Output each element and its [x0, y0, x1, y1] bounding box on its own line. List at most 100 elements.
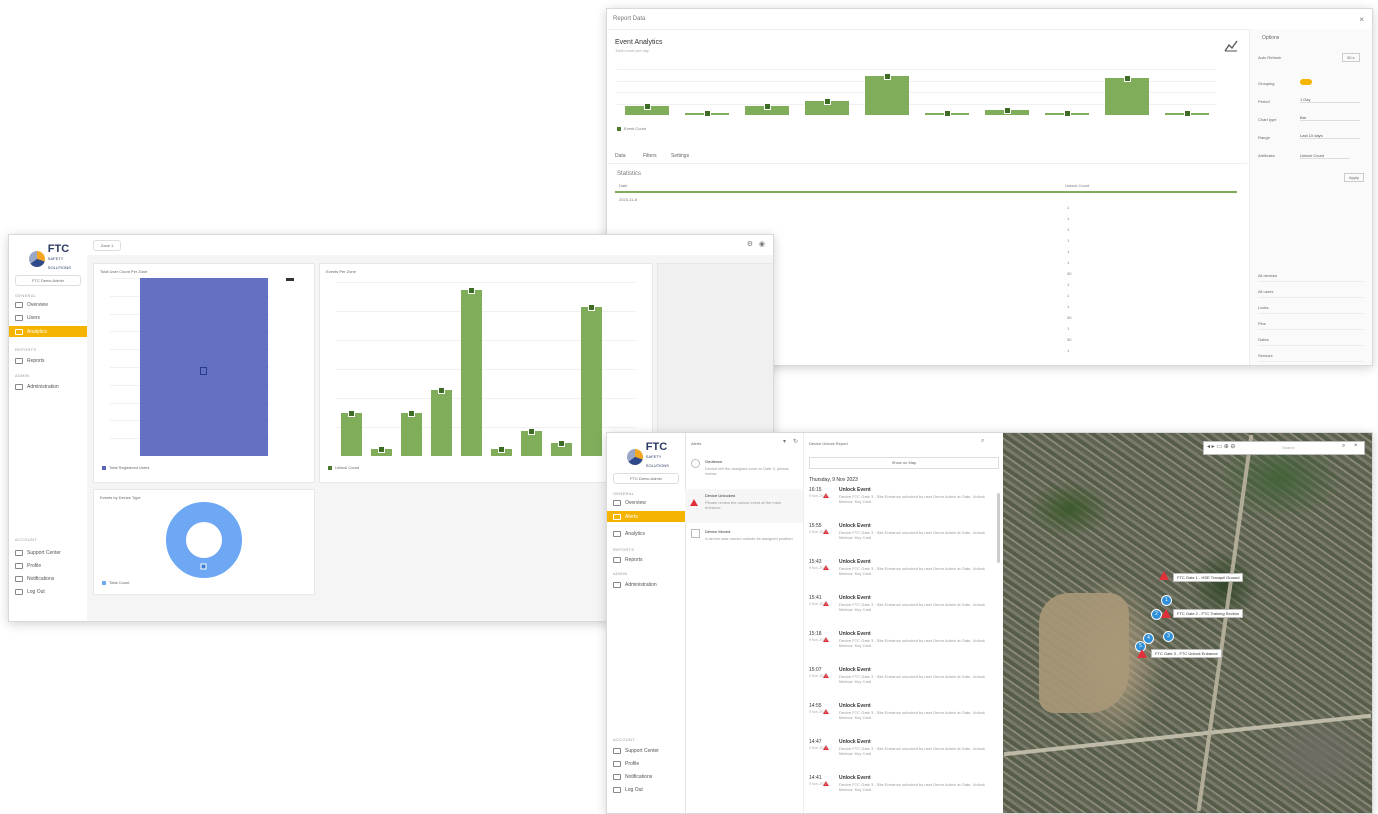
- map-alert-marker[interactable]: [1137, 649, 1147, 658]
- alert-item-geofence[interactable]: Geofence Device left the assigned zone a…: [685, 455, 803, 487]
- events-bar[interactable]: [340, 412, 362, 456]
- nav-support-2[interactable]: Support Center: [607, 745, 685, 756]
- auto-refresh-label: Auto Refresh: [1258, 55, 1282, 60]
- map-search-input[interactable]: Search: [1282, 445, 1295, 450]
- report-window-title: Report Data: [613, 16, 646, 22]
- apply-button[interactable]: Apply: [1344, 173, 1365, 182]
- event-time: 15:41: [809, 595, 822, 601]
- show-on-map-button[interactable]: Show on Map: [809, 457, 999, 469]
- nav-logout-2[interactable]: Log Out: [607, 784, 685, 795]
- refresh-icon[interactable]: ↻: [793, 438, 798, 445]
- device-list-item[interactable]: Sensors: [1258, 353, 1364, 362]
- alert-item-unlocked[interactable]: Device Unlocked Please review the unlock…: [685, 489, 803, 523]
- alerts-list-column: Alerts ▾ ↻ Geofence Device left the assi…: [685, 433, 804, 813]
- event-row[interactable]: 15:41 9 Nov 2023 Unlock Event Device FTC Ga…: [803, 595, 999, 629]
- events-bar[interactable]: [460, 290, 482, 456]
- donut-marker: [200, 563, 207, 570]
- events-bar[interactable]: [580, 306, 602, 456]
- nav-reports-2[interactable]: Reports: [607, 554, 685, 565]
- nav-analytics-2[interactable]: Analytics: [607, 528, 685, 539]
- event-row[interactable]: 15:07 9 Nov 2023 Unlock Event Device FTC Ga…: [803, 667, 999, 701]
- nav-overview-2[interactable]: Overview: [607, 497, 685, 508]
- map-tools-icon[interactable]: ◂ ▸ ▭ ⊕ ⊖: [1207, 443, 1235, 450]
- chart-type-select[interactable]: Bar: [1300, 115, 1360, 121]
- search-icon[interactable]: ⌕: [981, 438, 984, 445]
- range-select[interactable]: Last 10 days: [1300, 133, 1360, 139]
- section-reports-2: REPORTS: [613, 547, 635, 552]
- map-close-icon[interactable]: ×: [1354, 443, 1358, 449]
- attributes-label: Attributes: [1258, 153, 1275, 158]
- panel1-toggle-icon[interactable]: [286, 278, 294, 281]
- nav-profile[interactable]: Profile: [9, 560, 87, 571]
- event-row[interactable]: 15:18 9 Nov 2023 Unlock Event Device FTC Ga…: [803, 631, 999, 665]
- user-chip[interactable]: FTC Demo Admin: [15, 275, 81, 286]
- tab-settings[interactable]: Settings: [671, 153, 689, 159]
- nav-support[interactable]: Support Center: [9, 547, 87, 558]
- zone-chip[interactable]: Zone 1: [93, 240, 121, 251]
- section-account: ACCOUNT: [15, 537, 37, 542]
- map-pin[interactable]: 3: [1163, 631, 1174, 642]
- nav-administration-2[interactable]: Administration: [607, 579, 685, 590]
- map-alert-marker[interactable]: [1161, 609, 1171, 618]
- tab-filters[interactable]: Filters: [643, 153, 657, 159]
- events-bar[interactable]: [400, 412, 422, 456]
- map-label-gate2[interactable]: FTC Gate 2 - FTC Training Section: [1173, 609, 1244, 618]
- event-row[interactable]: 14:47 9 Nov 2023 Unlock Event Device FTC Ga…: [803, 739, 999, 773]
- satellite-map[interactable]: ◂ ▸ ▭ ⊕ ⊖ Search ⌕ × FTC Gate 1 - HSE Tr…: [1003, 433, 1372, 813]
- events-bar[interactable]: [430, 389, 452, 456]
- close-icon[interactable]: ×: [1359, 15, 1364, 24]
- period-select[interactable]: 1 Day: [1300, 97, 1360, 103]
- event-row[interactable]: 14:55 9 Nov 2023 Unlock Event Device FTC Ga…: [803, 703, 999, 737]
- chart-legend-swatch: [617, 127, 621, 131]
- nav-administration[interactable]: Administration: [9, 381, 87, 392]
- events-bar-marker: [558, 439, 565, 447]
- events-bar-marker: [468, 287, 475, 294]
- user-icon[interactable]: ◉: [759, 240, 765, 248]
- section-general-2: GENERAL: [613, 491, 635, 496]
- device-list-item[interactable]: Gates: [1258, 337, 1364, 346]
- nav-notifications[interactable]: Notifications: [9, 573, 87, 584]
- event-row[interactable]: 14:41 9 Nov 2023 Unlock Event Device FTC Ga…: [803, 775, 999, 809]
- settings-icon[interactable]: ⚙: [747, 240, 753, 248]
- map-search-icon[interactable]: ⌕: [1342, 443, 1345, 450]
- nav-logout[interactable]: Log Out: [9, 586, 87, 597]
- event-row[interactable]: 15:55 9 Nov 2023 Unlock Event Device FTC Ga…: [803, 523, 999, 557]
- nav-notifications-2[interactable]: Notifications: [607, 771, 685, 782]
- grouping-toggle[interactable]: [1300, 79, 1312, 85]
- table-head-count: Unlock Count: [1065, 183, 1090, 188]
- map-alert-marker[interactable]: [1159, 571, 1169, 580]
- chart-bar[interactable]: [865, 75, 909, 115]
- user-chip-2[interactable]: FTC Demo Admin: [613, 473, 679, 484]
- map-label-gate1[interactable]: FTC Gate 1 - HSE Tranquil Ground: [1173, 573, 1244, 582]
- event-title: Unlock Event: [839, 739, 871, 745]
- map-pin[interactable]: 1: [1161, 595, 1172, 606]
- device-list-item[interactable]: Locks: [1258, 305, 1364, 314]
- nav-overview[interactable]: Overview: [9, 299, 87, 310]
- chart-bar[interactable]: [1105, 78, 1149, 115]
- chart-type-label: Chart type: [1258, 117, 1277, 122]
- detail-scrollbar[interactable]: [997, 493, 1000, 563]
- filter-icon[interactable]: ▾: [783, 438, 786, 445]
- nav-alerts[interactable]: Alerts: [607, 511, 685, 522]
- event-row[interactable]: 16:15 9 Nov 2023 Unlock Event Device FTC Ga…: [803, 487, 999, 521]
- nav-profile-2[interactable]: Profile: [607, 758, 685, 769]
- tab-data[interactable]: Data: [615, 153, 626, 159]
- event-desc: Device FTC Gate 3 - Site Entrance unlock…: [839, 602, 985, 612]
- chart-type-icon[interactable]: [1224, 39, 1238, 52]
- nav-analytics[interactable]: Analytics: [9, 326, 87, 337]
- event-row[interactable]: 15:43 9 Nov 2023 Unlock Event Device FTC Ga…: [803, 559, 999, 593]
- table-value: 1: [1067, 304, 1070, 309]
- donut-ring[interactable]: [166, 502, 242, 578]
- map-label-gate3[interactable]: FTC Gate 3 - FTC Unlock Entrance: [1151, 649, 1222, 658]
- device-list-item[interactable]: Pins: [1258, 321, 1364, 330]
- attributes-select[interactable]: Unlock Count: [1300, 153, 1350, 159]
- users-icon: [15, 314, 23, 321]
- auto-refresh-button[interactable]: 30 s: [1342, 53, 1360, 62]
- nav-users[interactable]: Users: [9, 312, 87, 323]
- nav-reports[interactable]: Reports: [9, 355, 87, 366]
- device-list-item[interactable]: All devices: [1258, 273, 1364, 282]
- logout-icon: [15, 588, 23, 595]
- alert-item-moved[interactable]: Device Moved A device was moved outside …: [685, 525, 803, 557]
- device-list-item[interactable]: All users: [1258, 289, 1364, 298]
- map-road-2: [1196, 434, 1254, 812]
